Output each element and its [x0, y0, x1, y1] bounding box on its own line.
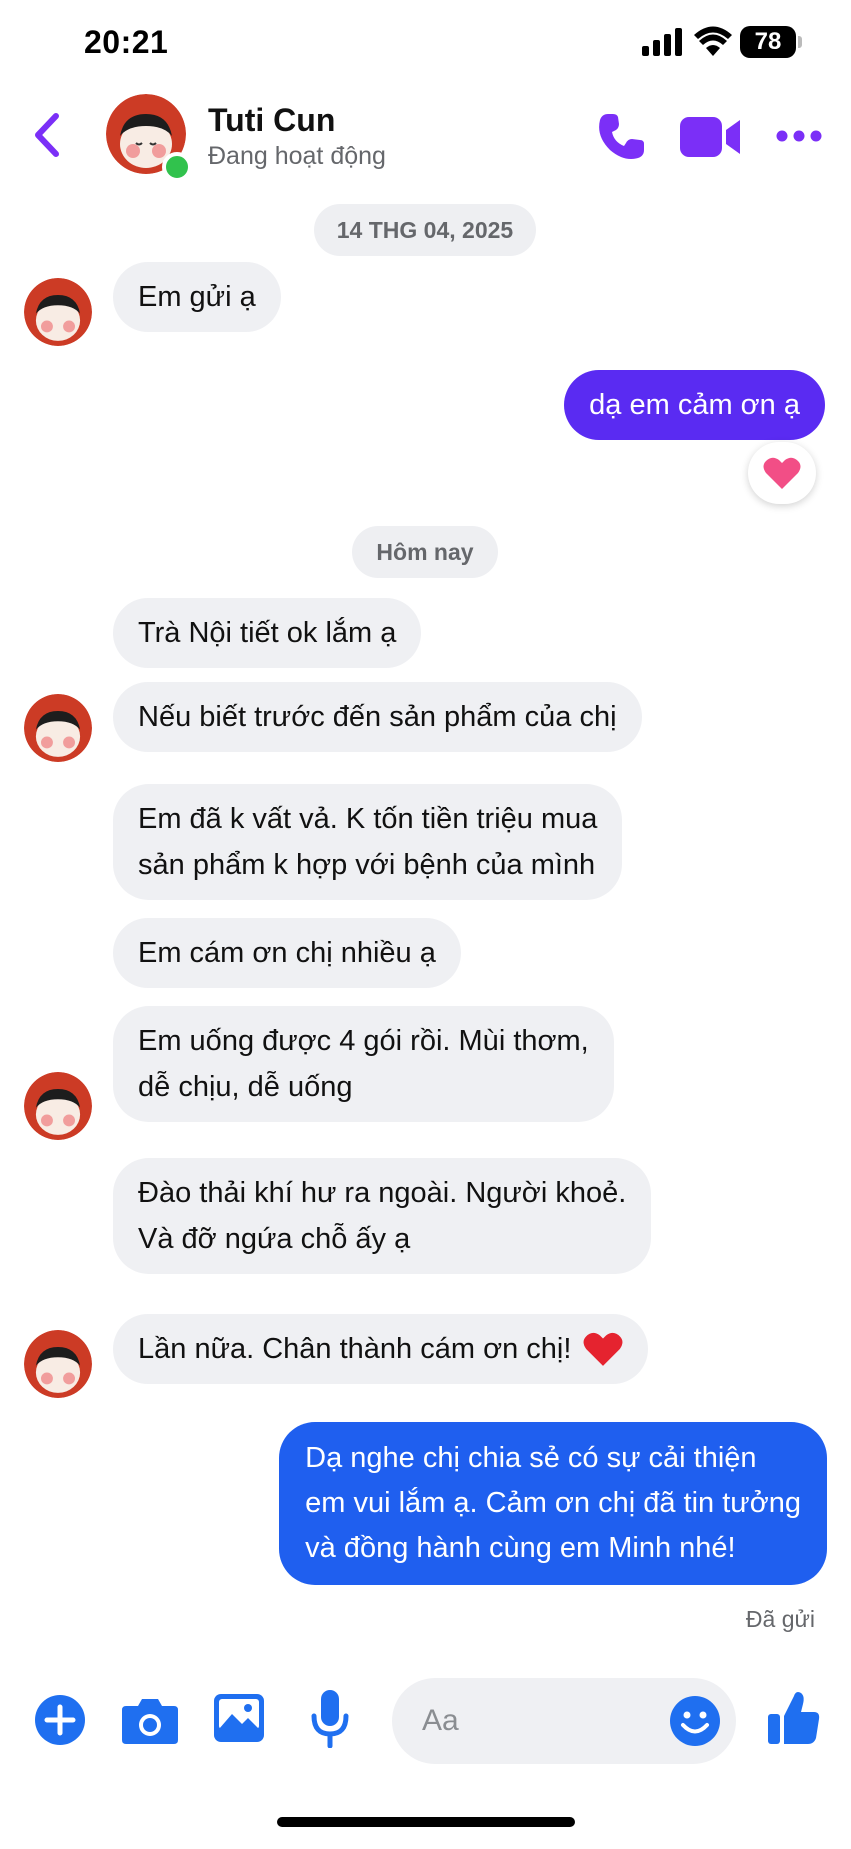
message-bubble-outgoing[interactable]: Dạ nghe chị chia sẻ có sự cải thiện em v…: [279, 1422, 827, 1585]
back-chevron-icon[interactable]: [32, 112, 62, 158]
photo-icon[interactable]: [214, 1694, 264, 1742]
phone-icon[interactable]: [594, 110, 648, 164]
message-bubble-incoming[interactable]: Em cám ơn chị nhiều ạ: [113, 918, 461, 988]
microphone-icon[interactable]: [310, 1690, 350, 1748]
message-bubble-incoming[interactable]: Nếu biết trước đến sản phẩm của chị: [113, 682, 642, 752]
more-dots-icon[interactable]: [776, 128, 822, 144]
message-bubble-incoming[interactable]: Em uống được 4 gói rồi. Mùi thơm, dễ chị…: [113, 1006, 614, 1122]
battery-indicator: 78: [740, 26, 796, 58]
sender-avatar[interactable]: [24, 1072, 92, 1140]
wifi-icon: [694, 26, 732, 56]
message-bubble-incoming[interactable]: Lần nữa. Chân thành cám ơn chị!: [113, 1314, 649, 1384]
message-text: Lần nữa. Chân thành cám ơn chị!: [138, 1333, 572, 1365]
date-divider: Hôm nay: [352, 526, 498, 578]
sender-avatar[interactable]: [24, 1330, 92, 1398]
camera-icon[interactable]: [122, 1696, 178, 1744]
cellular-signal-icon: [642, 28, 682, 56]
contact-name[interactable]: Tuti Cun: [208, 102, 335, 139]
message-bubble-incoming[interactable]: Đào thải khí hư ra ngoài. Người khoẻ. Và…: [113, 1158, 652, 1274]
sent-status: Đã gửi: [745, 1606, 815, 1632]
emoji-icon[interactable]: [670, 1696, 720, 1746]
video-camera-icon[interactable]: [680, 114, 742, 160]
thumbs-up-icon[interactable]: [768, 1690, 820, 1746]
message-bubble-incoming[interactable]: Em đã k vất vả. K tốn tiền triệu mua sản…: [113, 784, 623, 900]
sender-avatar[interactable]: [24, 278, 92, 346]
message-bubble-incoming[interactable]: Em gửi ạ: [113, 262, 281, 332]
red-heart-icon: [583, 1332, 623, 1366]
sender-avatar[interactable]: [24, 694, 92, 762]
contact-status: Đang hoạt động: [208, 142, 386, 170]
online-indicator: [162, 152, 192, 182]
plus-circle-icon[interactable]: [34, 1694, 86, 1746]
status-time: 20:21: [84, 24, 169, 60]
message-bubble-incoming[interactable]: Trà Nội tiết ok lắm ạ: [113, 598, 422, 668]
message-bubble-outgoing[interactable]: dạ em cảm ơn ạ: [564, 370, 825, 440]
pink-heart-icon: [763, 457, 801, 489]
date-divider: 14 THG 04, 2025: [314, 204, 536, 256]
battery-tip: [798, 36, 802, 48]
message-reaction[interactable]: [748, 442, 816, 504]
home-indicator: [277, 1817, 575, 1827]
